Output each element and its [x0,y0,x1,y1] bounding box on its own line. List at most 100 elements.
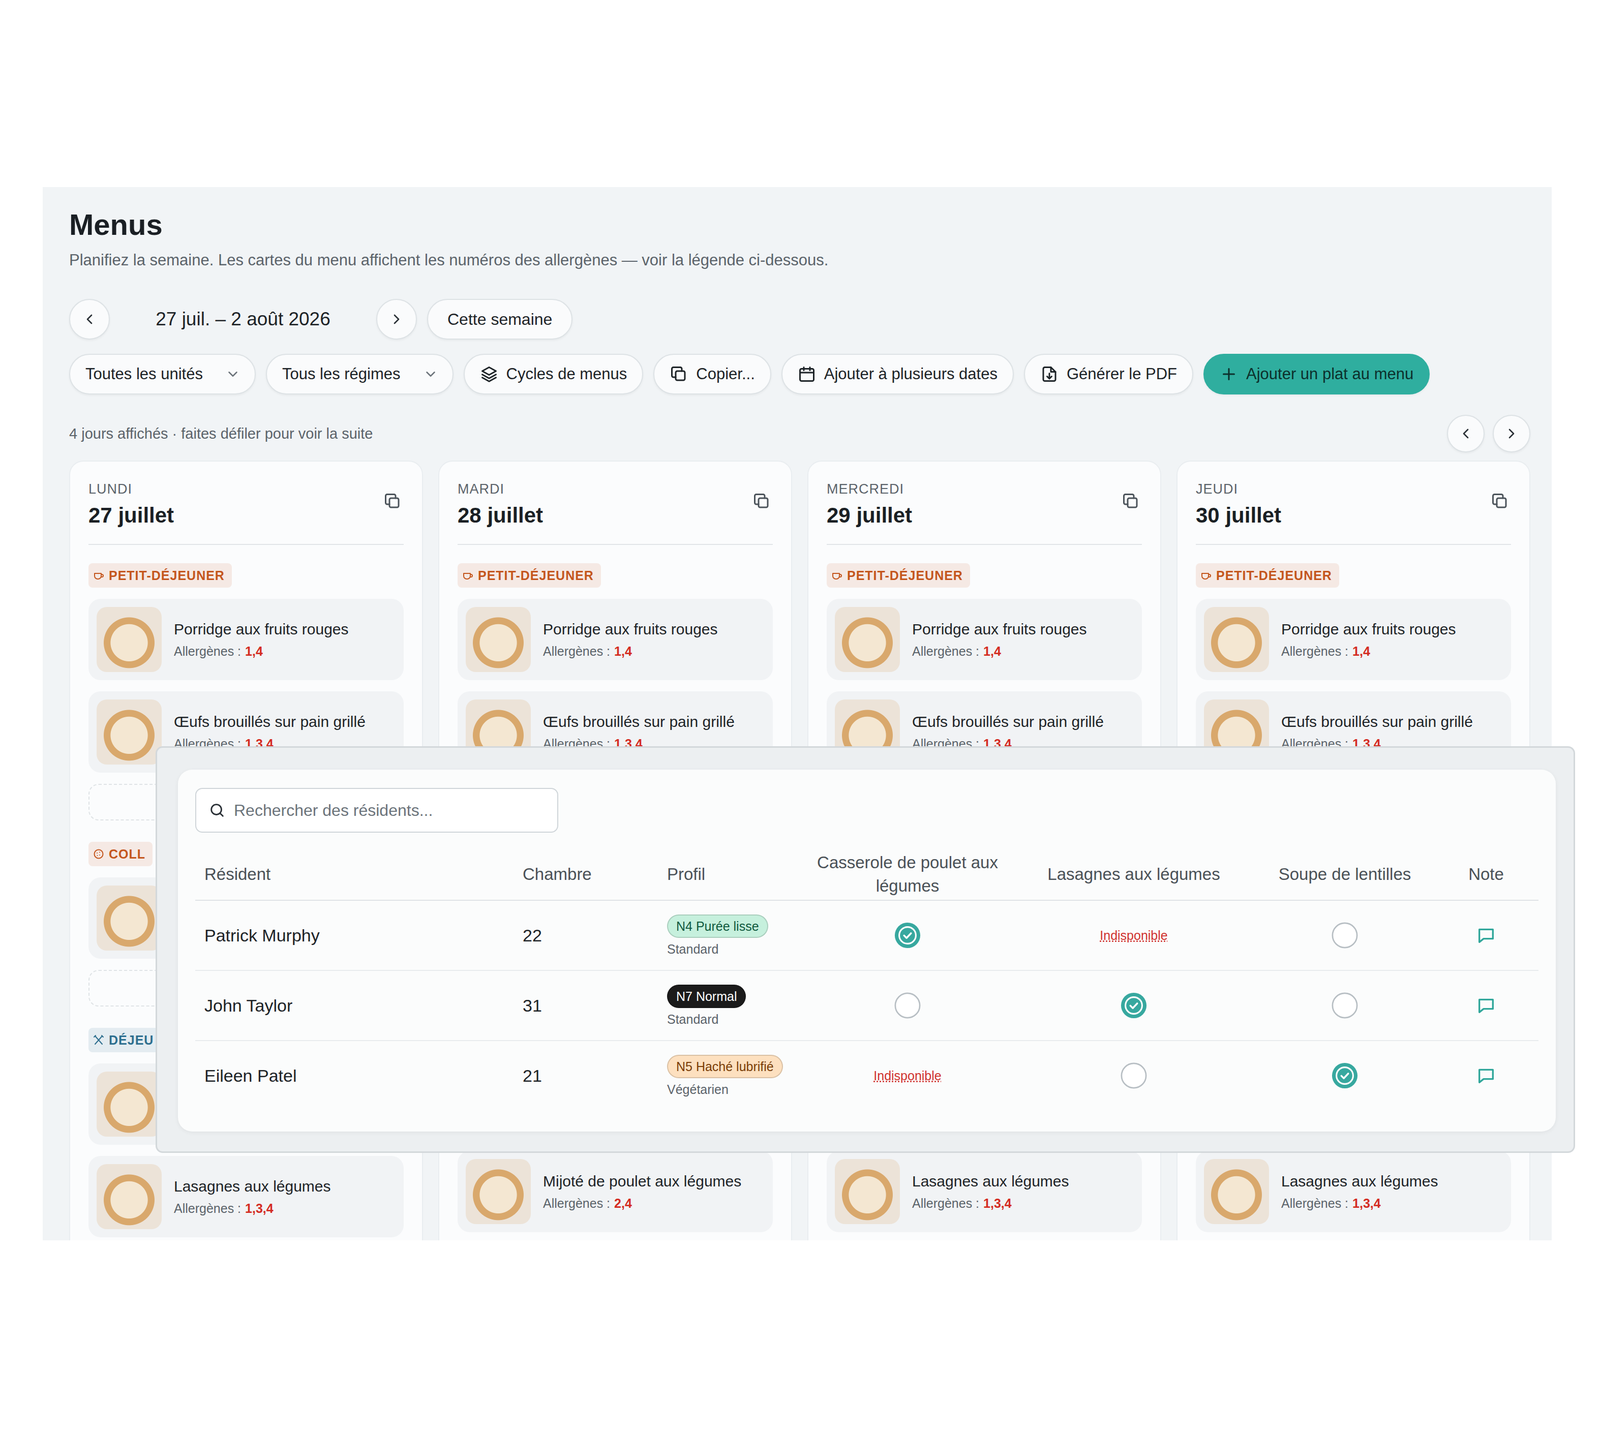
this-week-button[interactable]: Cette semaine [427,298,573,340]
note-cell [1433,925,1539,946]
cup-icon [830,569,843,582]
dish-card[interactable]: Porridge aux fruits rougesAllergènes :1,… [1195,598,1512,681]
chevron-right-icon [388,311,405,328]
dish-card[interactable]: Porridge aux fruits rougesAllergènes :1,… [88,598,404,681]
dish-text: Œufs brouillés sur pain grilléAllergènes… [542,712,735,752]
empty-radio-icon[interactable] [1120,1062,1148,1090]
file-download-icon [1040,365,1059,384]
toolbar-button[interactable]: Générer le PDF [1023,353,1194,395]
table-row: Patrick Murphy22N4 Purée lisseStandardIn… [195,900,1539,972]
column-header: Soupe de lentilles [1255,862,1434,887]
next-week-button[interactable] [376,298,417,340]
profile-cell: N7 NormalStandard [657,984,804,1028]
resident-name: John Taylor [195,995,514,1016]
dish-card[interactable]: Lasagnes aux légumesAllergènes :1,3,4 [88,1156,404,1238]
filter-dropdown[interactable]: Toutes les unités [69,353,256,395]
filter-dropdown[interactable]: Tous les régimes [265,353,454,395]
dish-photo [96,1164,162,1230]
cup-icon [461,569,474,582]
dish-photo [465,607,531,673]
table-row: John Taylor31N7 NormalStandard [195,971,1539,1042]
selected-radio-icon[interactable] [893,921,922,950]
day-date: 28 juillet [457,502,543,529]
section-label: PETIT-DÉJEUNER [847,568,963,584]
column-header: Profil [657,862,804,887]
section-label: PETIT-DÉJEUNER [108,568,225,584]
selected-radio-icon[interactable] [1120,991,1148,1020]
meal-list: PETIT-DÉJEUNERPorridge aux fruits rouges… [457,563,773,773]
dish-text: Lasagnes aux légumesAllergènes :1,3,4 [173,1177,331,1217]
scroll-right-button[interactable] [1492,414,1531,453]
table-row: Eileen Patel21N5 Haché lubrifiéVégétarie… [195,1041,1539,1111]
column-header: Casserole de poulet aux légumes [803,851,1012,898]
empty-radio-icon[interactable] [1331,921,1359,950]
dish-card[interactable]: Porridge aux fruits rougesAllergènes :1,… [457,598,773,681]
meal-section: PETIT-DÉJEUNER [1195,563,1340,588]
toolbar-button[interactable]: Cycles de menus [463,353,644,395]
copy-day-button[interactable] [1119,490,1142,515]
meal-choice-cell: Indisponible [1011,928,1256,944]
section-label: PETIT-DÉJEUNER [1216,568,1333,584]
dish-card[interactable]: Mijoté de poulet aux légumesAllergènes :… [457,1151,773,1233]
previous-week-button[interactable] [69,298,110,340]
days-info-row: 4 jours affichés · faites défiler pour v… [69,414,1531,453]
empty-radio-icon[interactable] [893,991,922,1020]
search-placeholder: Rechercher des résidents... [233,801,433,821]
allergen-label: Allergènes : [542,643,611,659]
dish-text: Œufs brouillés sur pain grilléAllergènes… [912,712,1104,752]
search-icon [208,801,226,820]
button-label: Ajouter un plat au menu [1246,365,1414,384]
cup-icon [92,569,105,582]
day-date: 30 juillet [1195,502,1282,529]
dish-card[interactable]: Lasagnes aux légumesAllergènes :1,3,4 [826,1151,1142,1233]
dish-photo [96,607,162,673]
dish-name: Porridge aux fruits rouges [173,620,349,639]
toolbar-button[interactable]: Ajouter un plat au menu [1203,353,1430,395]
selected-radio-icon[interactable] [1331,1062,1359,1090]
scroll-left-button[interactable] [1446,414,1485,453]
copy-day-button[interactable] [1488,490,1512,515]
allergen-label: Allergènes : [173,1200,241,1217]
texture-badge: N5 Haché lubrifié [667,1054,783,1079]
cup-icon [1199,569,1213,582]
comment-icon[interactable] [1475,925,1497,946]
profile-cell: N5 Haché lubrifiéVégétarien [657,1054,804,1098]
allergen-numbers: 1,3,4 [983,1195,1012,1212]
dish-card[interactable]: Lasagnes aux légumesAllergènes :1,3,4 [1195,1151,1512,1233]
copy-icon [1121,492,1140,511]
dish-name: Lasagnes aux légumes [1281,1172,1439,1191]
dish-name: Œufs brouillés sur pain grillé [1281,712,1473,732]
resident-search-field[interactable]: Rechercher des résidents... [195,788,559,833]
meal-section: PETIT-DÉJEUNER [826,563,971,588]
copy-icon [1490,492,1509,511]
toolbar-button[interactable]: Ajouter à plusieurs dates [781,353,1014,395]
button-label: Copier... [696,365,755,384]
button-label: Cycles de menus [506,365,628,384]
day-header: MERCREDI29 juillet [826,479,1142,546]
copy-day-button[interactable] [381,490,404,515]
calendar-icon [797,365,817,384]
allergen-numbers: 1,4 [245,643,263,659]
toolbar-button[interactable]: Copier... [653,353,771,395]
layers-icon [479,365,499,384]
dish-card[interactable]: Porridge aux fruits rougesAllergènes :1,… [826,598,1142,681]
meal-choice-cell [1255,1062,1434,1090]
allergen-numbers: 1,4 [614,643,632,659]
note-cell [1433,1065,1539,1086]
copy-day-button[interactable] [750,490,773,515]
weekday: JEUDI [1195,479,1282,499]
comment-icon[interactable] [1475,1065,1497,1086]
residents-window: Rechercher des résidents...RésidentChamb… [155,746,1576,1154]
section-label: COLL [108,847,146,862]
page-title: Menus [69,208,1531,241]
dish-photo [96,699,162,765]
room-number: 21 [513,1066,658,1086]
column-header: Lasagnes aux légumes [1011,862,1256,887]
comment-icon[interactable] [1475,995,1497,1016]
dish-name: Porridge aux fruits rouges [912,620,1088,639]
dish-text: Porridge aux fruits rougesAllergènes :1,… [912,620,1088,659]
empty-radio-icon[interactable] [1331,991,1359,1020]
dish-text: Porridge aux fruits rougesAllergènes :1,… [173,620,349,659]
utensils-icon [92,1034,105,1047]
allergen-numbers: 1,3,4 [1352,1195,1381,1212]
